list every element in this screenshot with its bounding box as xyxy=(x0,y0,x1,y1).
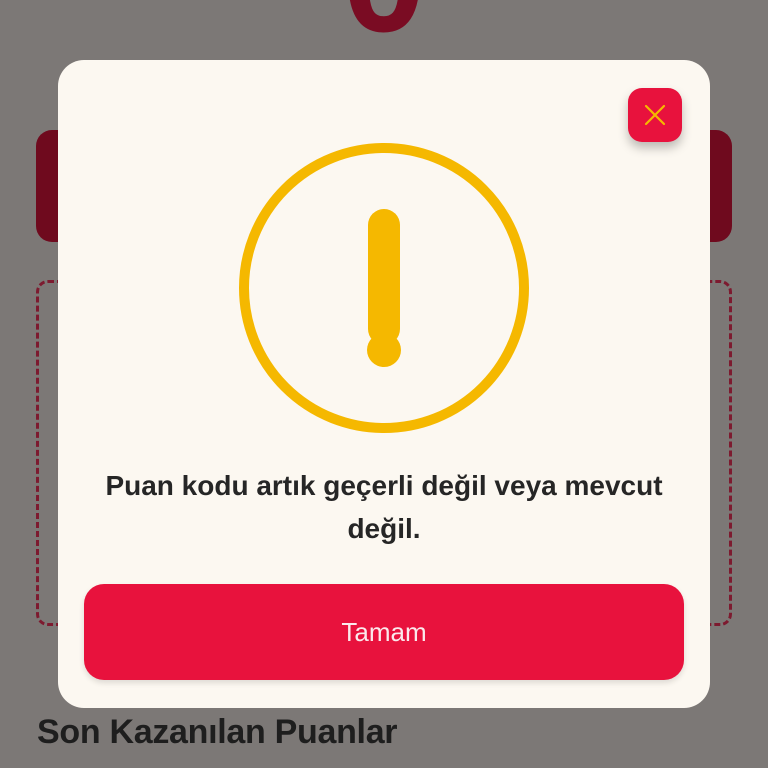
warning-icon xyxy=(239,143,529,433)
points-counter-digit: 0 xyxy=(318,0,450,54)
close-icon xyxy=(644,104,666,126)
recent-points-heading: Son Kazanılan Puanlar xyxy=(37,713,398,751)
error-dialog: Puan kodu artık geçerli değil veya mevcu… xyxy=(58,60,710,708)
ok-button[interactable]: Tamam xyxy=(84,584,684,680)
close-button[interactable] xyxy=(628,88,682,142)
error-message: Puan kodu artık geçerli değil veya mevcu… xyxy=(105,470,663,544)
